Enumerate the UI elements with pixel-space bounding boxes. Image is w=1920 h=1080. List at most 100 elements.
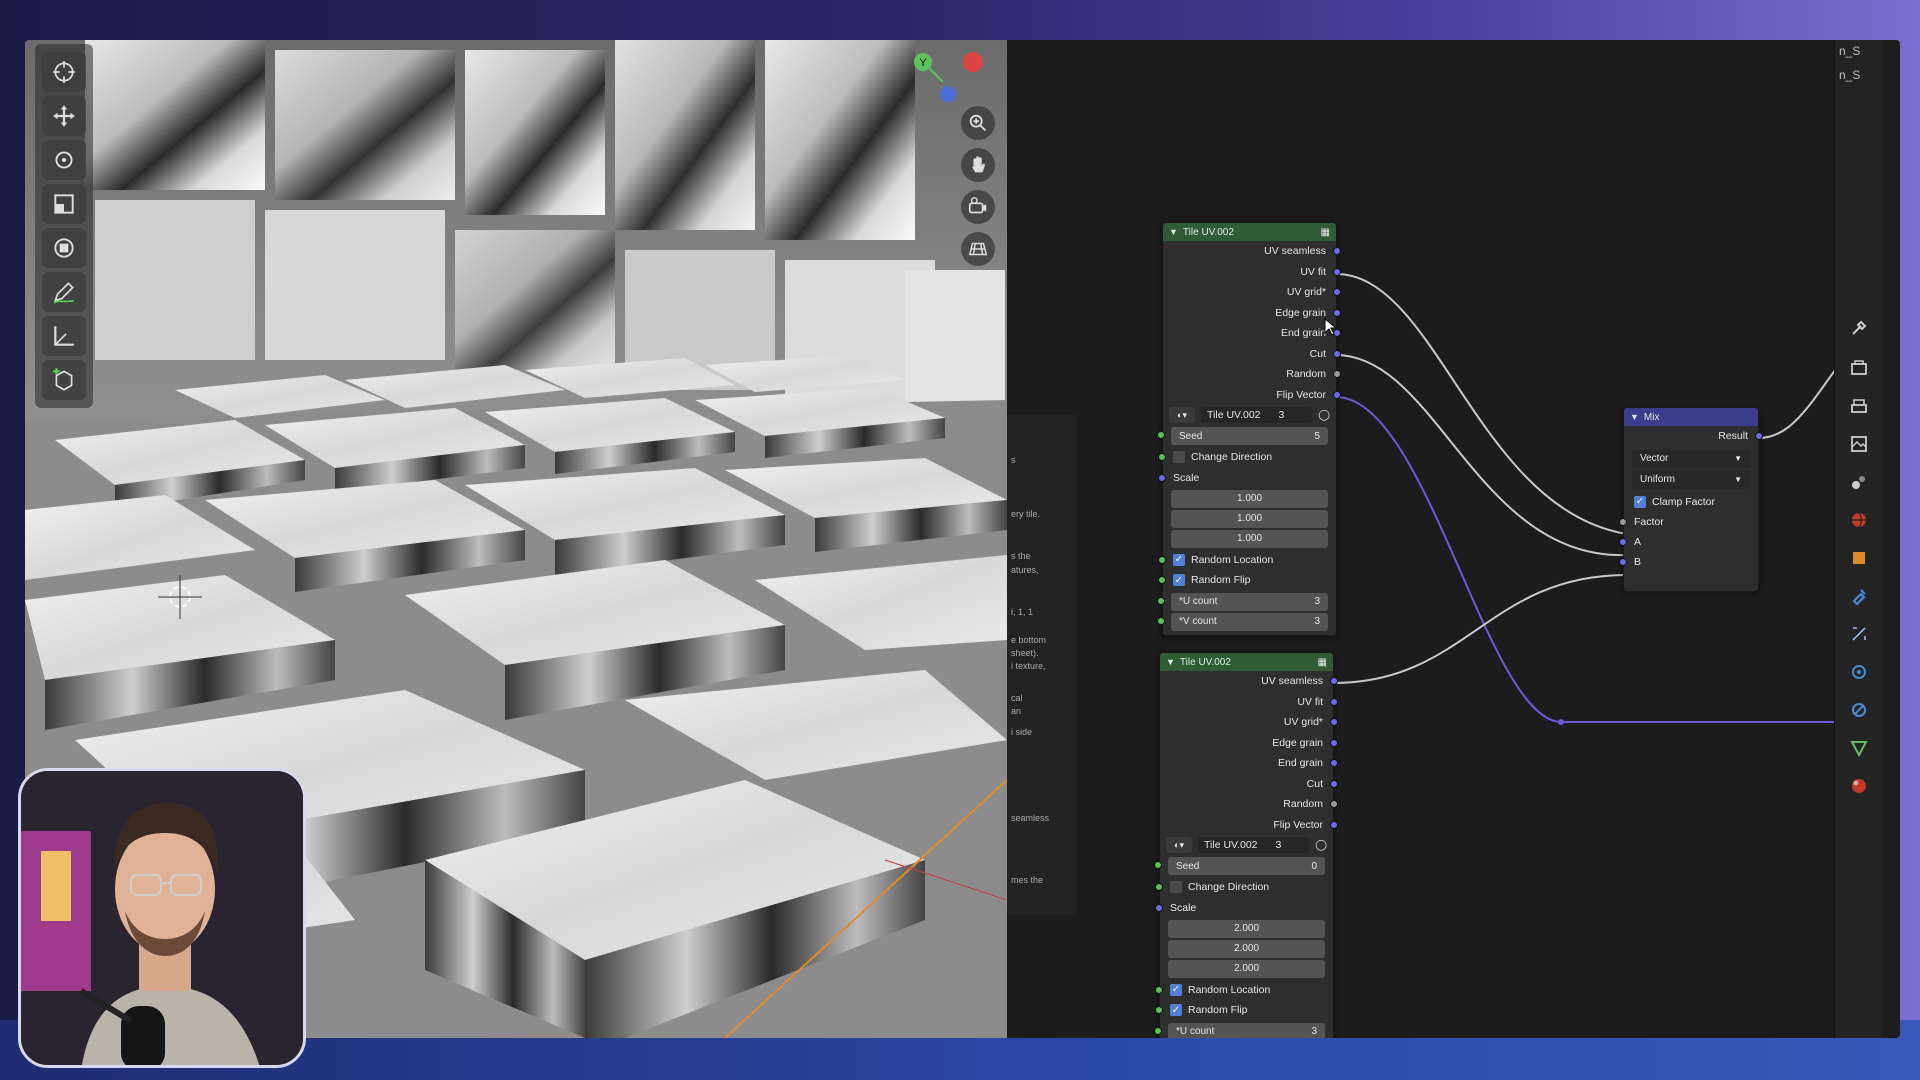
fake-user-shield-icon[interactable]: ◯: [1315, 839, 1327, 851]
scale-z-field[interactable]: 2.000: [1168, 959, 1325, 978]
scale-x-field[interactable]: 1.000: [1171, 489, 1328, 508]
random-flip-checkbox[interactable]: ✓ Random Flip: [1158, 570, 1336, 591]
object-properties-icon[interactable]: [1849, 548, 1869, 568]
output-flip-vector[interactable]: Flip Vector: [1160, 815, 1338, 836]
move-tool[interactable]: [42, 96, 86, 136]
v-count-field[interactable]: *V count 3: [1157, 612, 1328, 631]
node-header[interactable]: ▼ Mix: [1624, 408, 1758, 426]
output-edge-grain[interactable]: Edge grain: [1163, 303, 1341, 324]
mix-node[interactable]: ▼ Mix Result Vector ▼ Uniform ▼ ✓ Clamp Fac…: [1619, 407, 1763, 592]
scale-y-field[interactable]: 1.000: [1171, 509, 1328, 528]
u-count-field[interactable]: *U count 3: [1154, 1022, 1325, 1038]
cursor-tool[interactable]: [42, 52, 86, 92]
random-location-checkbox[interactable]: ✓ Random Location: [1155, 980, 1333, 1001]
tile-uv-node-top[interactable]: ▼ Tile UV.002 ▦ UV seamless UV fit UV gr…: [1157, 222, 1341, 636]
output-random[interactable]: Random: [1160, 794, 1338, 815]
seed-field[interactable]: Seed 5: [1157, 427, 1328, 445]
rotate-tool[interactable]: [42, 140, 86, 180]
output-cut[interactable]: Cut: [1160, 774, 1338, 795]
world-properties-icon[interactable]: [1849, 510, 1869, 530]
gizmo-z-axis[interactable]: [940, 86, 956, 102]
scene-properties-icon[interactable]: [1849, 472, 1869, 492]
scale-y-field[interactable]: 2.000: [1168, 939, 1325, 958]
node-group-selector[interactable]: ◐▾ Tile UV.002 3 ◯: [1160, 835, 1333, 855]
random-flip-checkbox[interactable]: ✓ Random Flip: [1155, 1000, 1333, 1021]
change-direction-checkbox[interactable]: Change Direction: [1158, 447, 1336, 468]
navigation-gizmo[interactable]: Y: [893, 42, 1003, 112]
u-count-field[interactable]: *U count 3: [1157, 592, 1328, 611]
data-type-dropdown[interactable]: Vector ▼: [1632, 449, 1750, 468]
output-edge-grain[interactable]: Edge grain: [1160, 733, 1338, 754]
description-fragment: i side: [1011, 727, 1033, 737]
clamp-factor-checkbox[interactable]: ✓ Clamp Factor: [1624, 492, 1758, 513]
output-properties-icon[interactable]: [1849, 396, 1869, 416]
output-uv-fit[interactable]: UV fit: [1160, 692, 1338, 713]
mouse-pointer-icon: [1324, 318, 1338, 336]
particle-properties-icon[interactable]: [1849, 624, 1869, 644]
pan-button[interactable]: [961, 148, 995, 182]
scale-z-field[interactable]: 1.000: [1171, 529, 1328, 548]
output-uv-fit[interactable]: UV fit: [1163, 262, 1341, 283]
node-header[interactable]: ▼ Tile UV.002 ▦: [1163, 223, 1336, 241]
rotate-icon: [55, 151, 73, 169]
transform-tool[interactable]: [42, 228, 86, 268]
node-tree-icon[interactable]: ◐▾: [1169, 407, 1195, 423]
description-fragment: ery tile.: [1011, 509, 1041, 519]
output-cut[interactable]: Cut: [1163, 344, 1341, 365]
zoom-button[interactable]: [961, 106, 995, 140]
properties-sidebar: n_S n_S: [1834, 40, 1882, 1038]
fake-user-shield-icon[interactable]: ◯: [1318, 409, 1330, 421]
ruler-icon: [54, 326, 74, 346]
output-uv-grid[interactable]: UV grid*: [1160, 712, 1338, 733]
measure-tool[interactable]: [42, 316, 86, 356]
node-group-icon[interactable]: ▦: [1321, 227, 1330, 238]
physics-properties-icon[interactable]: [1849, 662, 1869, 682]
collapse-chevron-icon[interactable]: ▼: [1169, 227, 1178, 237]
shader-node-editor[interactable]: s ery tile. s the atures, i, 1, 1 e bott…: [1007, 40, 1882, 1038]
output-result[interactable]: Result: [1624, 426, 1763, 447]
description-fragment: cal: [1011, 693, 1023, 703]
gizmo-x-axis[interactable]: [963, 52, 983, 72]
constraint-properties-icon[interactable]: [1849, 700, 1869, 720]
node-header[interactable]: ▼ Tile UV.002 ▦: [1160, 653, 1333, 671]
input-a[interactable]: A: [1619, 532, 1758, 552]
description-fragment: seamless: [1011, 813, 1050, 823]
node-group-selector[interactable]: ◐▾ Tile UV.002 3 ◯: [1163, 405, 1336, 425]
perspective-toggle-button[interactable]: [961, 232, 995, 266]
render-properties-icon[interactable]: [1849, 358, 1869, 378]
material-properties-icon[interactable]: [1849, 776, 1869, 796]
seed-field[interactable]: Seed 0: [1154, 857, 1325, 875]
move-icon: [53, 105, 75, 127]
tile-uv-node-bottom[interactable]: ▼ Tile UV.002 ▦ UV seamless UV fit UV gr…: [1154, 652, 1338, 1038]
random-location-checkbox[interactable]: ✓ Random Location: [1158, 550, 1336, 571]
user-count: 3: [1278, 409, 1285, 421]
camera-view-button[interactable]: [961, 190, 995, 224]
output-flip-vector[interactable]: Flip Vector: [1163, 385, 1341, 406]
annotate-tool[interactable]: [42, 272, 86, 312]
sidebar-label: n_S: [1839, 68, 1861, 82]
collapse-chevron-icon[interactable]: ▼: [1166, 657, 1175, 667]
output-end-grain[interactable]: End grain: [1163, 323, 1341, 344]
output-uv-seamless[interactable]: UV seamless: [1163, 241, 1341, 262]
scale-tool[interactable]: [42, 184, 86, 224]
output-end-grain[interactable]: End grain: [1160, 753, 1338, 774]
scale-x-field[interactable]: 2.000: [1168, 919, 1325, 938]
data-properties-icon[interactable]: [1849, 738, 1869, 758]
factor-mode-dropdown[interactable]: Uniform ▼: [1632, 470, 1750, 489]
node-tree-icon[interactable]: ◐▾: [1166, 837, 1192, 853]
collapse-chevron-icon[interactable]: ▼: [1630, 412, 1639, 422]
tool-properties-icon[interactable]: [1849, 318, 1869, 338]
input-b[interactable]: B: [1619, 552, 1758, 572]
modifier-properties-icon[interactable]: [1849, 586, 1869, 606]
add-cube-tool[interactable]: [42, 360, 86, 400]
output-uv-grid[interactable]: UV grid*: [1163, 282, 1341, 303]
view-layer-icon[interactable]: [1849, 434, 1869, 454]
output-random[interactable]: Random: [1163, 364, 1341, 385]
transform-icon: [54, 238, 74, 258]
chevron-down-icon: ▼: [1734, 475, 1742, 484]
node-group-icon[interactable]: ▦: [1318, 657, 1327, 668]
output-uv-seamless[interactable]: UV seamless: [1160, 671, 1338, 692]
change-direction-checkbox[interactable]: Change Direction: [1155, 877, 1333, 898]
scale-label: Scale: [1158, 468, 1336, 488]
input-factor[interactable]: Factor: [1619, 512, 1758, 532]
